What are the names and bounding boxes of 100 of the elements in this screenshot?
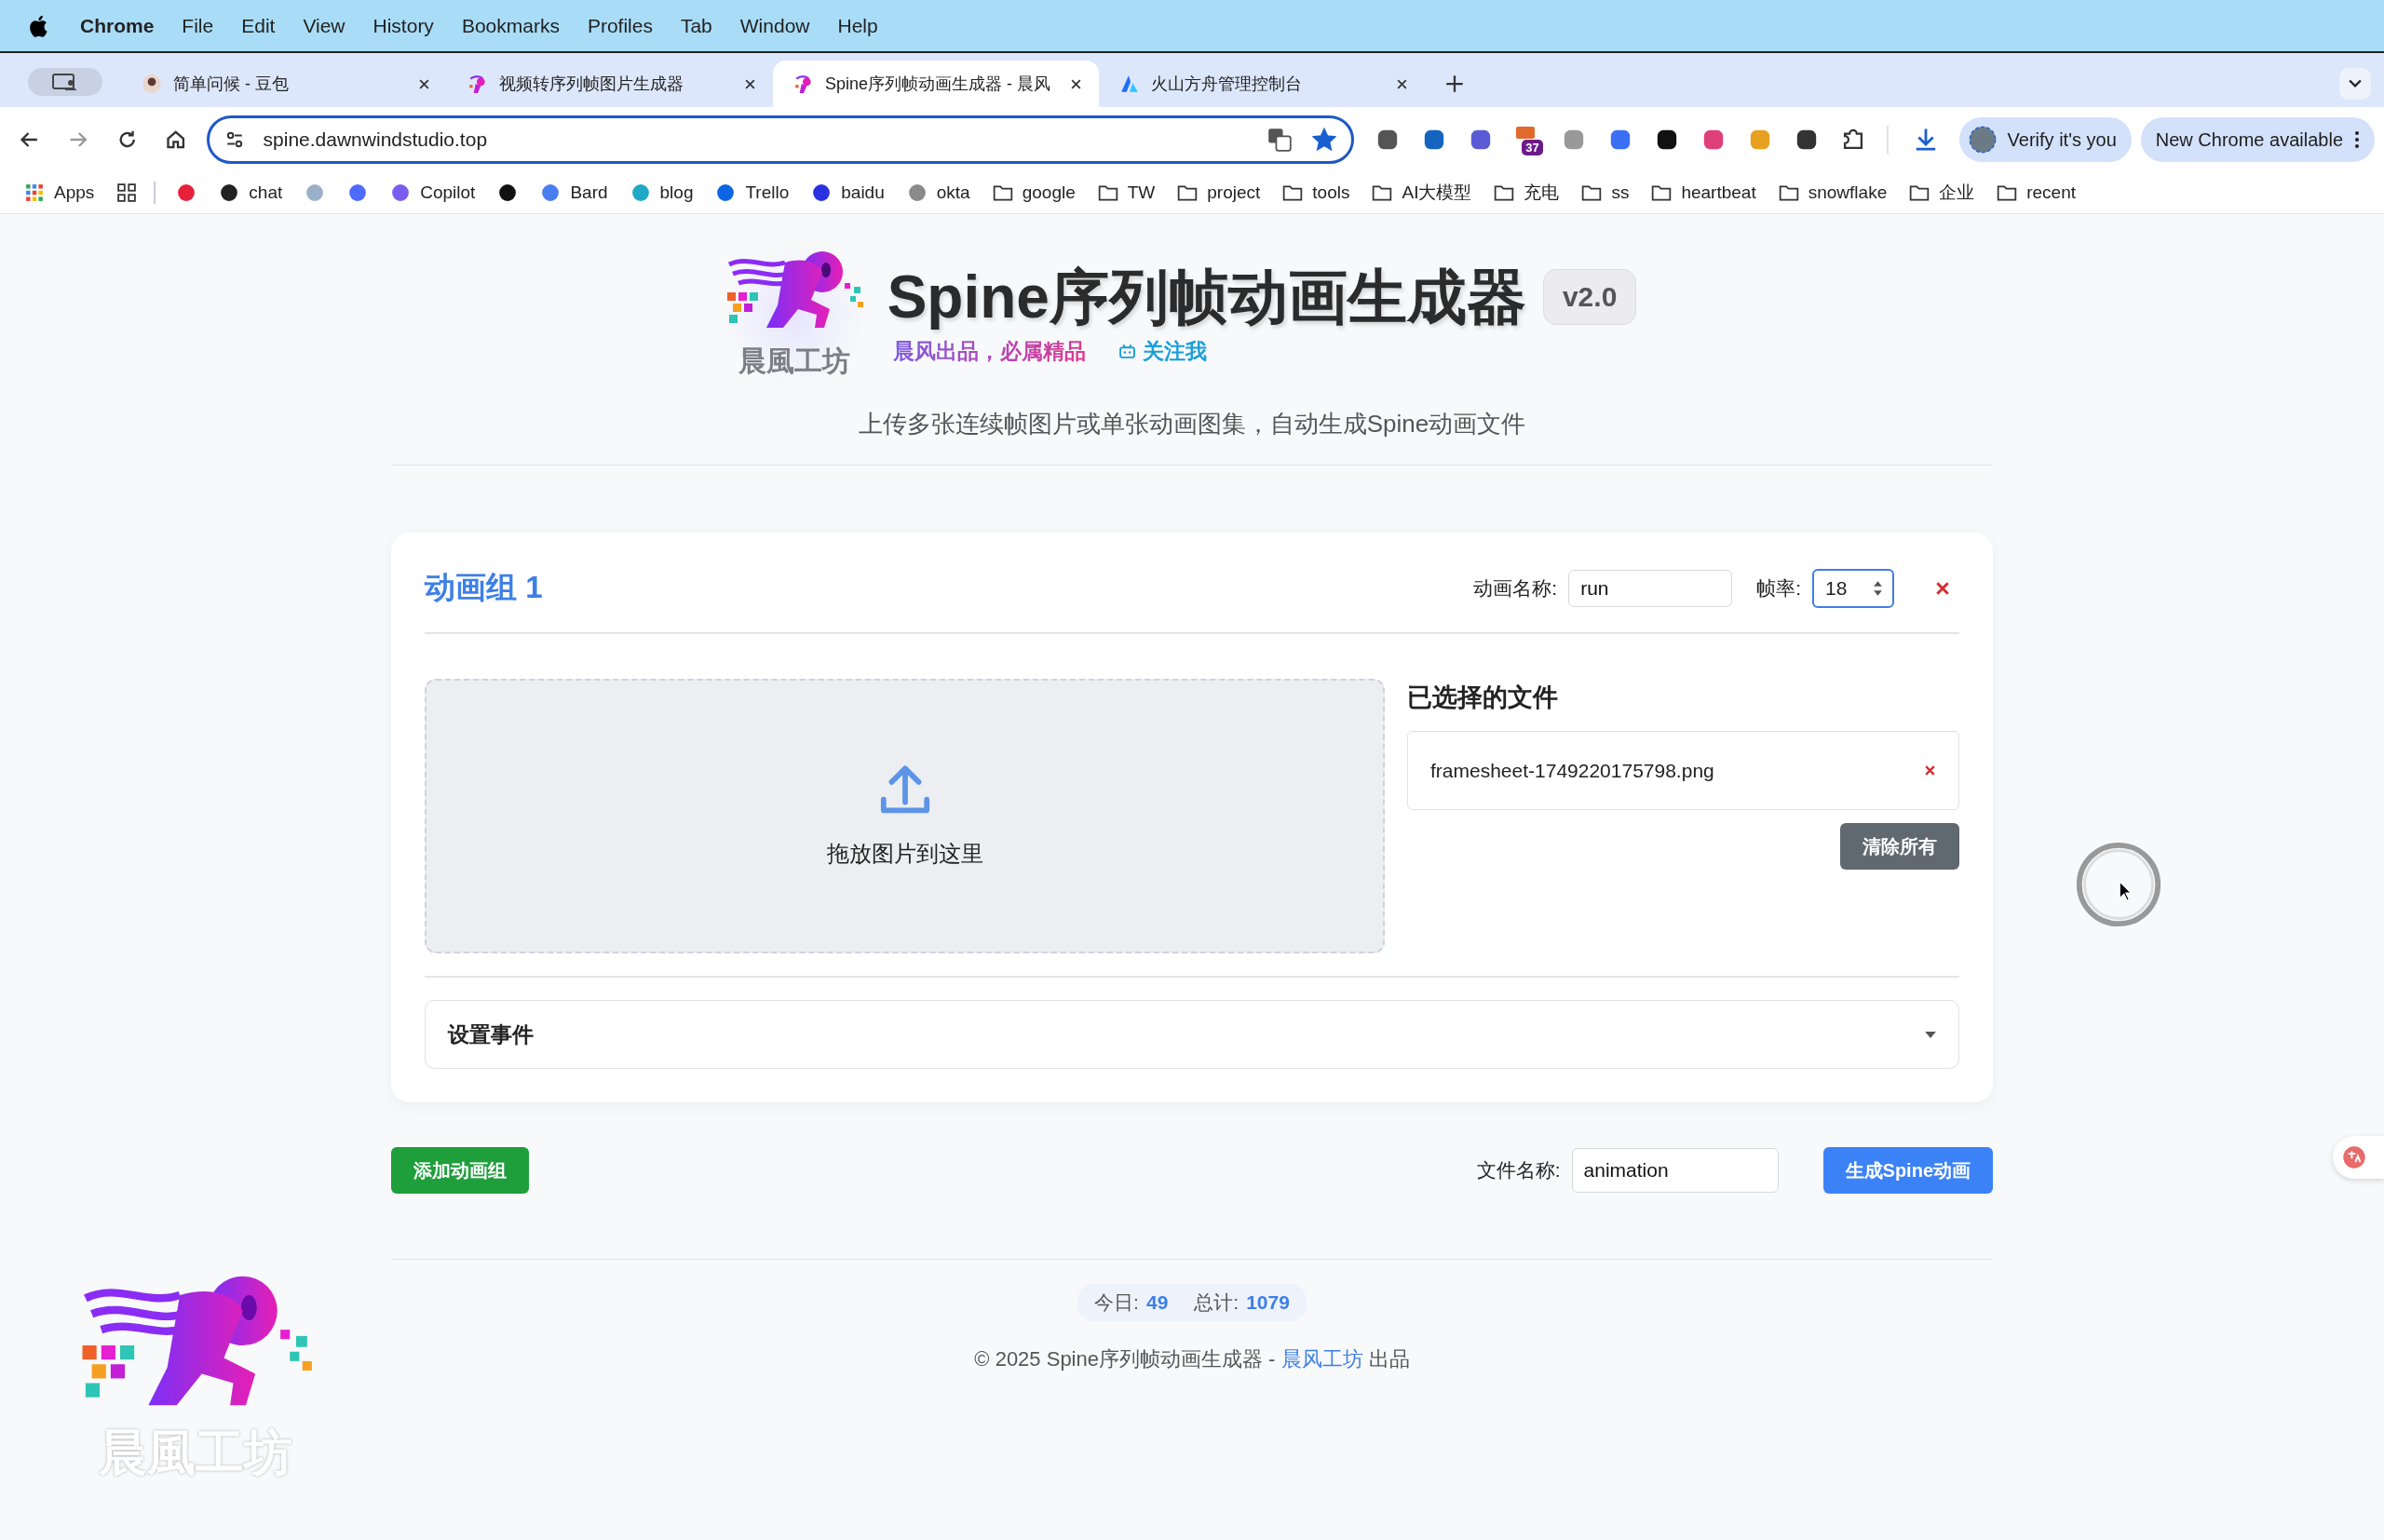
avatar-icon — [142, 74, 162, 94]
section-title: 设置事件 — [448, 1020, 534, 1048]
site-favicon-icon — [630, 183, 651, 202]
stat-value: 1079 — [1246, 1291, 1290, 1314]
frame-rate-field[interactable]: 18 — [1812, 568, 1894, 608]
files-heading: 已选择的文件 — [1407, 682, 1559, 713]
caret-icon — [1925, 1031, 1936, 1038]
menu-item[interactable]: Chrome — [80, 14, 155, 37]
drop-zone[interactable]: 拖放图片到这里 — [425, 679, 1385, 953]
file-name: framesheet-1749220175798.png — [1430, 759, 1714, 782]
stat-label: 今日: — [1094, 1290, 1139, 1315]
close-icon[interactable] — [1396, 77, 1408, 90]
close-icon[interactable] — [418, 77, 430, 90]
bookmark[interactable] — [497, 183, 519, 202]
field-label: 帧率: — [1756, 575, 1801, 601]
bookmark[interactable]: snowflake — [1778, 182, 1888, 203]
menu-item[interactable]: Window — [739, 14, 810, 37]
subtitle: 上传多张连续帧图片或单张动画图集，自动生成Spine动画文件 — [858, 409, 1526, 439]
menu-item[interactable]: History — [372, 14, 434, 37]
site-favicon-icon — [305, 183, 326, 202]
events-section-header[interactable]: 设置事件 — [425, 1000, 1959, 1069]
menu-item[interactable]: Edit — [241, 14, 276, 37]
address-bar[interactable]: spine.dawnwindstudio.top — [206, 115, 1355, 164]
folder-icon — [992, 183, 1013, 202]
animation-name-field[interactable]: run — [1568, 569, 1733, 607]
group-title: 动画组 1 — [425, 569, 543, 606]
cursor-icon — [2119, 880, 2133, 902]
star-icon[interactable] — [1312, 128, 1337, 152]
site-favicon-icon — [715, 183, 737, 202]
menu-item[interactable]: Help — [837, 14, 878, 37]
bookmark[interactable]: blog — [630, 182, 694, 203]
bookmark[interactable]: tools — [1282, 182, 1350, 203]
bookmark[interactable]: AI大模型 — [1372, 181, 1472, 205]
field-label: 文件名称: — [1476, 1158, 1561, 1182]
folder-icon — [1494, 183, 1515, 202]
update-button[interactable]: New Chrome available — [2140, 117, 2375, 162]
folder-icon — [1581, 183, 1603, 202]
bookmark[interactable]: Copilot — [390, 182, 476, 203]
close-icon[interactable] — [1070, 77, 1082, 90]
bookmark[interactable]: heartbeat — [1651, 182, 1756, 203]
folder-icon — [1651, 183, 1673, 202]
more-icon — [2354, 130, 2360, 149]
browser-tab[interactable]: 简单问候 - 豆包 — [121, 61, 447, 107]
clear-all-button[interactable]: 清除所有 — [1840, 823, 1959, 870]
grid-icon — [116, 183, 138, 202]
bookmark[interactable]: Apps — [24, 182, 95, 203]
bookmark[interactable]: Bard — [540, 182, 608, 203]
menu-item[interactable]: Profiles — [587, 14, 653, 37]
close-icon[interactable] — [744, 77, 756, 90]
file-name-field[interactable]: animation — [1571, 1148, 1779, 1193]
translate-icon — [2342, 1145, 2366, 1169]
apple-icon[interactable] — [28, 13, 48, 38]
menu-item[interactable]: Tab — [680, 14, 712, 37]
tv-icon — [1118, 344, 1135, 359]
bookmark[interactable] — [116, 183, 138, 202]
bookmark[interactable]: TW — [1097, 182, 1156, 203]
browser-tab[interactable]: Spine序列帧动画生成器 - 晨风 — [773, 61, 1099, 107]
site-favicon-icon — [347, 183, 369, 202]
spinner-arrows-icon[interactable] — [1873, 578, 1883, 598]
bookmark[interactable]: ss — [1581, 182, 1630, 203]
generate-button[interactable]: 生成Spine动画 — [1822, 1147, 1993, 1194]
bookmark[interactable]: project — [1177, 182, 1261, 203]
browser-tab[interactable]: 火山方舟管理控制台 — [1099, 61, 1425, 107]
menu-item[interactable]: Bookmarks — [461, 14, 560, 37]
avatar-icon — [1968, 126, 1997, 154]
drop-zone-text: 拖放图片到这里 — [826, 839, 983, 868]
remove-icon[interactable] — [1935, 580, 1950, 596]
bookmark[interactable]: recent — [1997, 182, 2077, 203]
bookmark[interactable]: google — [992, 182, 1076, 203]
notification-badge: 37 — [1522, 140, 1543, 155]
remove-icon[interactable] — [1924, 764, 1936, 777]
profile-button[interactable] — [28, 68, 102, 96]
mountain-icon — [1119, 74, 1140, 94]
site-favicon-icon — [219, 183, 240, 202]
translate-icon[interactable] — [1267, 128, 1293, 152]
page-title: Spine序列帧动画生成器 — [887, 264, 1526, 331]
bookmark[interactable]: baidu — [811, 182, 885, 203]
site-favicon-icon — [390, 183, 412, 202]
browser-tab[interactable]: 视频转序列帧图片生成器 — [447, 61, 773, 107]
site-favicon-icon — [811, 183, 833, 202]
runner-logo-icon — [467, 74, 488, 94]
bookmark[interactable]: 充电 — [1494, 181, 1560, 205]
folder-icon — [1372, 183, 1393, 202]
menu-item[interactable]: View — [303, 14, 345, 37]
folder-icon — [1778, 183, 1799, 202]
site-favicon-icon — [540, 183, 562, 202]
menu-item[interactable]: File — [182, 14, 214, 37]
translate-button[interactable] — [2333, 1136, 2384, 1179]
copyright-text: © 2025 Spine序列帧动画生成器 - 晨风工坊 出品 — [974, 1346, 1410, 1372]
verify-button[interactable]: Verify it's you — [1958, 117, 2132, 162]
bookmark[interactable]: chat — [219, 182, 283, 203]
bookmark[interactable]: 企业 — [1909, 181, 1975, 205]
folder-icon — [1282, 183, 1304, 202]
bookmark[interactable]: Trello — [715, 182, 790, 203]
new-tab-icon[interactable] — [1445, 74, 1464, 93]
bookmark[interactable]: okta — [906, 182, 970, 203]
tab-list-button[interactable] — [2339, 68, 2371, 100]
brand-link[interactable]: 晨风工坊 — [1280, 1347, 1363, 1371]
apps-grid-icon — [24, 183, 45, 202]
home-icon[interactable] — [165, 128, 187, 151]
